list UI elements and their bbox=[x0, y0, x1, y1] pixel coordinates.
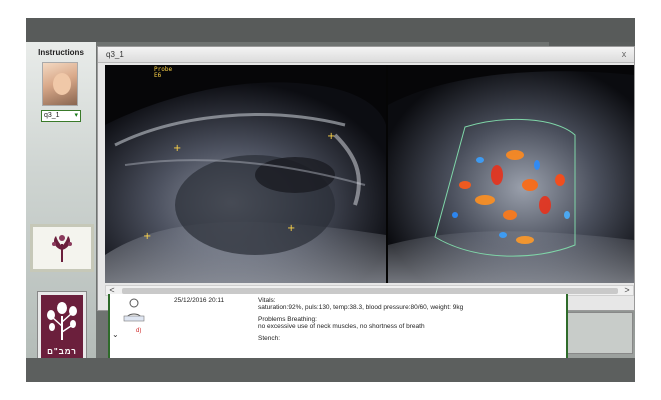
close-icon[interactable]: x bbox=[618, 48, 630, 60]
brand-tree-icon bbox=[47, 302, 77, 340]
avatar-face bbox=[53, 73, 71, 95]
breathing-text: no excessive use of neck muscles, no sho… bbox=[258, 323, 425, 330]
caliper-marker: + bbox=[327, 131, 335, 142]
left-panel: Instructions q3_1 ▾ רמב"ם bbox=[26, 42, 96, 363]
vitals-text: saturation:92%, puls:130, temp:38.3, blo… bbox=[258, 304, 464, 311]
case-select-value: q3_1 bbox=[44, 112, 60, 119]
top-bar bbox=[26, 18, 635, 42]
caliper-marker: + bbox=[287, 223, 295, 234]
stench-heading: Stench: bbox=[258, 335, 281, 342]
chevron-down-icon[interactable]: ⌄ bbox=[112, 330, 119, 339]
instructions-title: Instructions bbox=[38, 48, 84, 57]
caliper-marker: + bbox=[173, 143, 181, 154]
caliper-marker: + bbox=[143, 231, 151, 242]
ultrasound-scan: + + + + bbox=[105, 65, 634, 283]
breathing-heading: Problems Breathing: bbox=[258, 316, 317, 323]
bottom-bar bbox=[26, 358, 635, 382]
patient-avatar[interactable] bbox=[42, 62, 78, 106]
tree-logo-icon bbox=[52, 235, 72, 262]
ultrasound-image: + + + + Probe E6 bbox=[105, 65, 634, 283]
note-id: d) bbox=[136, 328, 142, 334]
app-window: Instructions q3_1 ▾ רמב"ם q3_1 x + + + +… bbox=[26, 18, 635, 382]
probe-label-line2: E6 bbox=[154, 72, 162, 79]
nursing-note-panel: ⌄ d) 25/12/2016 20:11 Vitals: saturation… bbox=[108, 294, 568, 364]
scroll-right-icon[interactable]: > bbox=[621, 285, 633, 296]
popup-header: q3_1 x bbox=[98, 47, 634, 63]
logo-tile[interactable] bbox=[30, 224, 94, 272]
popup-title: q3_1 bbox=[106, 50, 124, 59]
probe-label: Probe E6 bbox=[154, 67, 172, 79]
chevron-down-icon: ▾ bbox=[74, 112, 78, 119]
note-date: 25/12/2016 20:11 bbox=[174, 297, 225, 304]
image-viewer-popup: q3_1 x + + + + Probe E6 < > bbox=[97, 46, 635, 311]
vitals-heading: Vitals: bbox=[258, 297, 276, 304]
case-select[interactable]: q3_1 ▾ bbox=[41, 110, 81, 122]
nurse-icon bbox=[123, 298, 145, 322]
note-body: Vitals: saturation:92%, puls:130, temp:3… bbox=[258, 297, 558, 342]
brand-text: רמב"ם bbox=[47, 347, 77, 356]
brand-logo[interactable]: רמב"ם bbox=[37, 291, 87, 363]
